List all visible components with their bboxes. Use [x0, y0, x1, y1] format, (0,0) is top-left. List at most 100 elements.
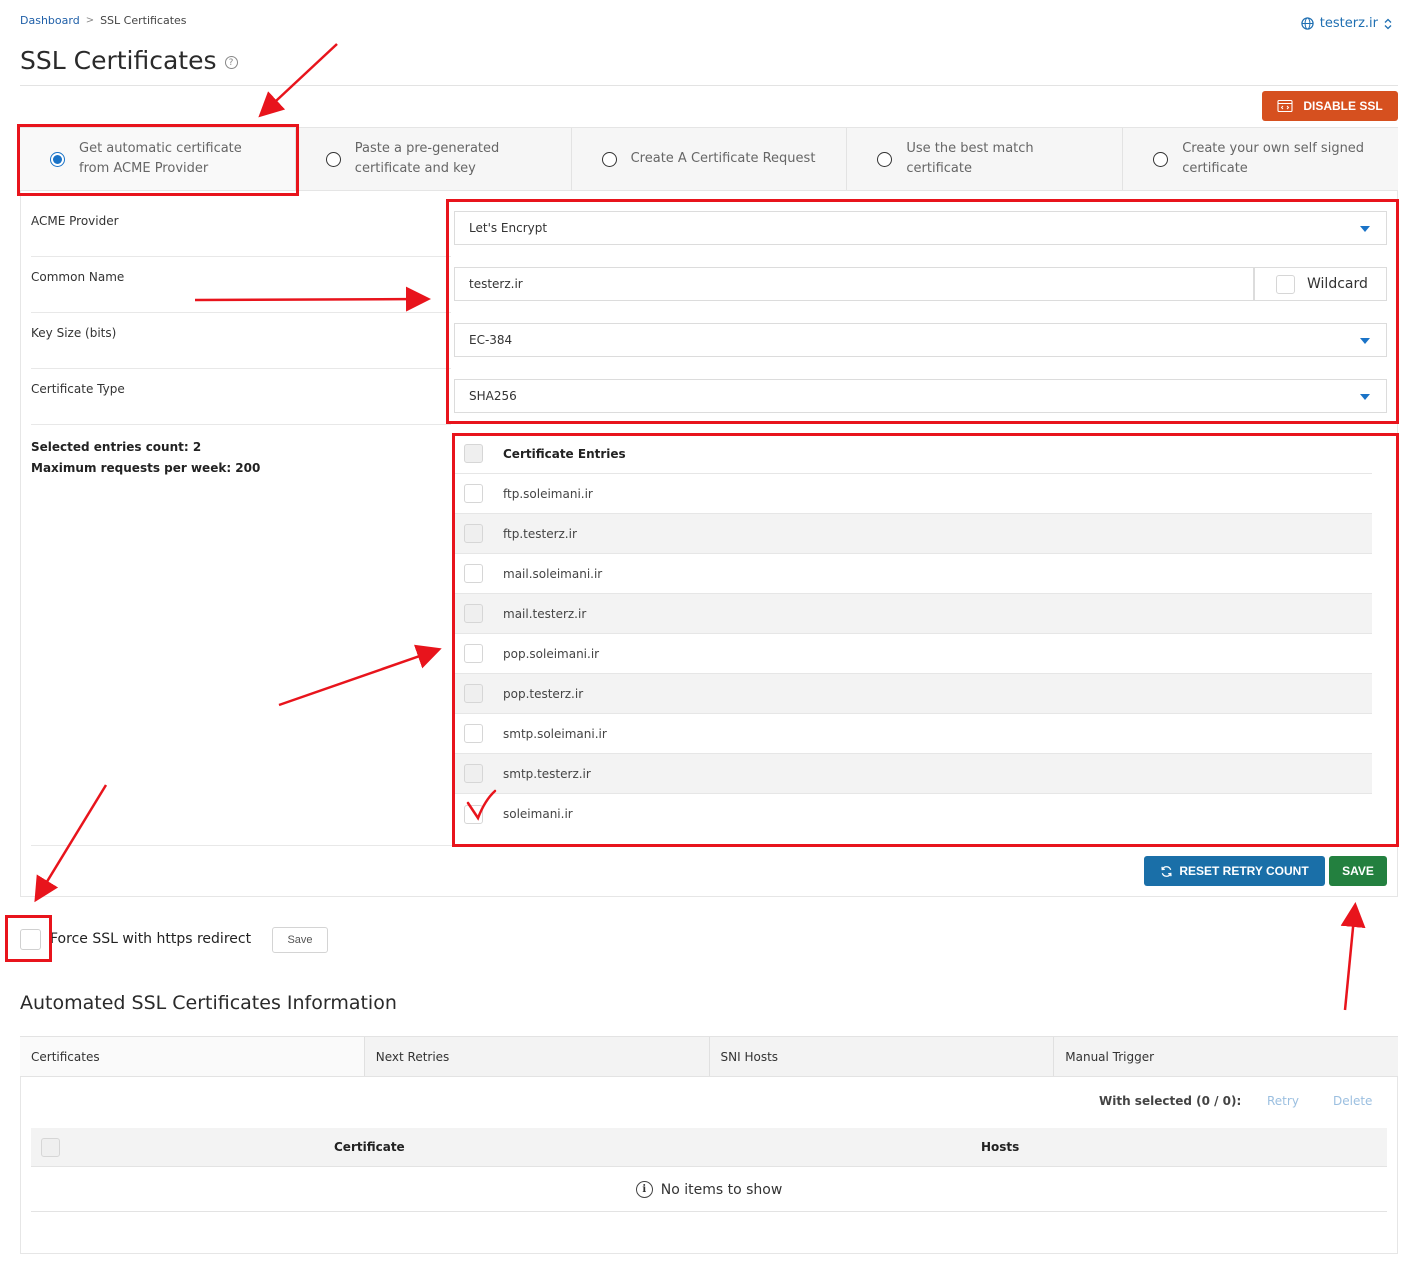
- option-csr[interactable]: Create A Certificate Request: [570, 128, 847, 190]
- certificates-table-header: Certificate Hosts: [31, 1128, 1387, 1167]
- disable-ssl-label: DISABLE SSL: [1303, 99, 1383, 113]
- cert-type-label: Certificate Type: [31, 382, 125, 396]
- option-self-signed-label: Create your own self signed certificate: [1182, 141, 1365, 176]
- selected-entries-count: Selected entries count: 2: [31, 440, 202, 454]
- caret-down-icon: [1360, 226, 1370, 232]
- option-self-signed[interactable]: Create your own self signed certificate: [1122, 128, 1398, 190]
- list-item: smtp.soleimani.ir: [454, 714, 1372, 754]
- tab-manual-trigger[interactable]: Manual Trigger: [1053, 1037, 1398, 1076]
- common-name-value: testerz.ir: [469, 277, 523, 291]
- entries-header-label: Certificate Entries: [503, 446, 626, 461]
- row-divider: [31, 312, 451, 313]
- updown-chevron-icon: [1384, 18, 1392, 29]
- option-acme-label: Get automatic certificate from ACME Provi…: [79, 141, 242, 176]
- entry-counts: Selected entries count: 2 Maximum reques…: [31, 437, 260, 479]
- force-ssl-save-button[interactable]: Save: [272, 927, 328, 953]
- acme-provider-value: Let's Encrypt: [469, 221, 548, 235]
- option-paste[interactable]: Paste a pre-generated certificate and key: [294, 128, 571, 190]
- acme-provider-label: ACME Provider: [31, 214, 119, 228]
- row-divider: [31, 424, 451, 425]
- breadcrumb-separator: >: [85, 15, 95, 26]
- force-ssl-checkbox[interactable]: [20, 929, 41, 950]
- option-acme[interactable]: Get automatic certificate from ACME Provi…: [20, 128, 295, 190]
- retry-link[interactable]: Retry: [1267, 1094, 1299, 1108]
- entry-name: soleimani.ir: [503, 807, 573, 821]
- radio-csr[interactable]: [601, 151, 617, 167]
- reset-retry-count-label: RESET RETRY COUNT: [1179, 864, 1309, 878]
- automated-ssl-title: Automated SSL Certificates Information: [20, 992, 397, 1014]
- column-hosts[interactable]: Hosts: [981, 1140, 1019, 1154]
- entry-checkbox[interactable]: [464, 764, 483, 783]
- radio-paste[interactable]: [325, 151, 341, 167]
- column-certificate[interactable]: Certificate: [334, 1140, 405, 1154]
- page-title-text: SSL Certificates: [20, 46, 217, 75]
- entry-checkbox[interactable]: [464, 484, 483, 503]
- entry-checkbox[interactable]: [464, 724, 483, 743]
- option-best-match[interactable]: Use the best match certificate: [846, 128, 1122, 190]
- row-divider: [31, 368, 451, 369]
- cert-type-select[interactable]: SHA256: [454, 379, 1387, 413]
- globe-icon: [1301, 17, 1314, 30]
- option-csr-label: Create A Certificate Request: [630, 151, 816, 166]
- select-all-checkbox[interactable]: [464, 444, 483, 463]
- reset-retry-count-button[interactable]: RESET RETRY COUNT: [1144, 856, 1325, 886]
- info-icon: i: [635, 1181, 653, 1198]
- entry-checkbox[interactable]: [464, 804, 483, 824]
- key-size-label: Key Size (bits): [31, 326, 117, 340]
- entry-name: ftp.soleimani.ir: [503, 486, 593, 501]
- tab-sni-hosts[interactable]: SNI Hosts: [708, 1037, 1054, 1076]
- tab-next-retries[interactable]: Next Retries: [363, 1037, 709, 1076]
- wildcard-toggle[interactable]: Wildcard: [1254, 267, 1387, 301]
- delete-link[interactable]: Delete: [1333, 1094, 1372, 1108]
- annotation-arrow: [258, 43, 338, 118]
- table-empty-row: i No items to show: [31, 1168, 1387, 1212]
- list-item: smtp.testerz.ir: [454, 754, 1372, 794]
- list-item: soleimani.ir: [454, 794, 1372, 834]
- form-divider: [31, 845, 1388, 846]
- acme-provider-select[interactable]: Let's Encrypt: [454, 211, 1387, 245]
- help-icon[interactable]: ?: [224, 56, 238, 69]
- entry-name: pop.soleimani.ir: [503, 646, 600, 661]
- title-divider: [20, 85, 1398, 86]
- tab-certificates[interactable]: Certificates: [20, 1037, 364, 1076]
- wildcard-label: Wildcard: [1307, 276, 1368, 292]
- entry-name: mail.soleimani.ir: [503, 566, 603, 581]
- key-size-value: EC-384: [469, 333, 513, 347]
- entry-checkbox[interactable]: [464, 564, 483, 583]
- list-item: ftp.soleimani.ir: [454, 474, 1372, 514]
- refresh-icon: [1161, 865, 1172, 877]
- entry-name: pop.testerz.ir: [503, 686, 584, 701]
- save-button[interactable]: SAVE: [1329, 856, 1387, 886]
- caret-down-icon: [1360, 394, 1370, 400]
- breadcrumb-dashboard-link[interactable]: Dashboard: [20, 14, 80, 27]
- entry-name: smtp.testerz.ir: [503, 766, 591, 781]
- key-size-select[interactable]: EC-384: [454, 323, 1387, 357]
- list-item: ftp.testerz.ir: [454, 514, 1372, 554]
- disable-ssl-button[interactable]: DISABLE SSL: [1262, 91, 1398, 121]
- table-select-all-checkbox[interactable]: [41, 1138, 60, 1157]
- domain-selector[interactable]: testerz.ir: [1301, 16, 1392, 31]
- empty-message: No items to show: [660, 1181, 783, 1198]
- common-name-label: Common Name: [31, 270, 125, 284]
- entry-checkbox[interactable]: [464, 684, 483, 703]
- radio-best-match[interactable]: [877, 151, 893, 167]
- entry-checkbox[interactable]: [464, 604, 483, 623]
- entry-checkbox[interactable]: [464, 524, 483, 543]
- wildcard-checkbox[interactable]: [1276, 274, 1295, 294]
- radio-self-signed[interactable]: [1153, 151, 1169, 167]
- breadcrumb-current: SSL Certificates: [100, 14, 187, 27]
- entry-name: smtp.soleimani.ir: [503, 726, 607, 741]
- page-title: SSL Certificates ?: [20, 46, 238, 75]
- list-item: mail.soleimani.ir: [454, 554, 1372, 594]
- common-name-input[interactable]: testerz.ir: [454, 267, 1254, 301]
- breadcrumb: Dashboard > SSL Certificates: [20, 14, 187, 27]
- list-item: mail.testerz.ir: [454, 594, 1372, 634]
- certificate-icon: [1277, 99, 1293, 113]
- automated-ssl-tabs: Certificates Next Retries SNI Hosts Manu…: [20, 1036, 1398, 1077]
- option-best-match-label: Use the best match certificate: [906, 141, 1034, 176]
- row-divider: [31, 256, 451, 257]
- radio-acme[interactable]: [50, 151, 65, 167]
- domain-selector-value: testerz.ir: [1319, 16, 1378, 31]
- entry-checkbox[interactable]: [464, 644, 483, 663]
- entry-name: mail.testerz.ir: [503, 606, 587, 621]
